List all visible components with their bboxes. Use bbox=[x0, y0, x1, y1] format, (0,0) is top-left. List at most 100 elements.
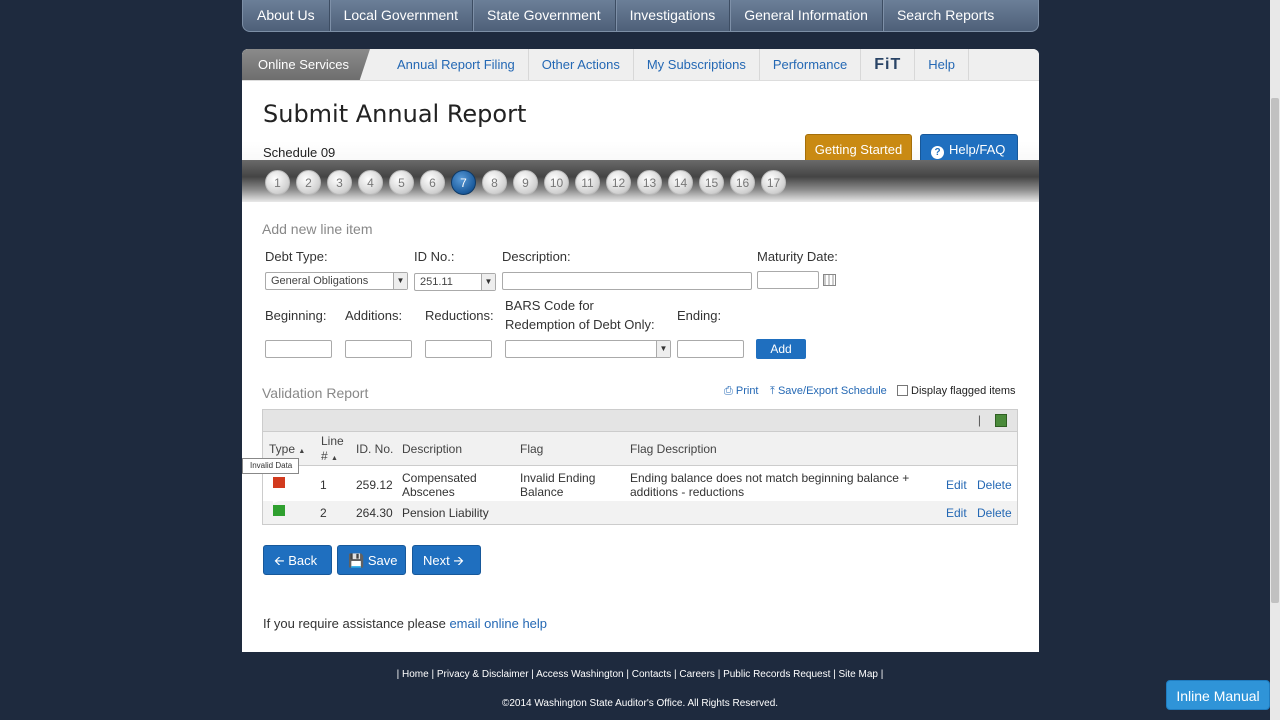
description-input[interactable] bbox=[502, 272, 752, 290]
col-line-1[interactable]: Line bbox=[321, 434, 344, 448]
save-export-link[interactable]: ⤒ Save/Export Schedule bbox=[770, 385, 887, 398]
bars-code-label-2: Redemption of Debt Only: bbox=[505, 317, 655, 332]
step-11[interactable]: 11 bbox=[575, 170, 600, 195]
display-flagged-label: Display flagged items bbox=[911, 385, 1016, 397]
red-flag-icon bbox=[273, 477, 285, 488]
id-no-select[interactable]: 251.11 ▼ bbox=[414, 273, 496, 291]
reductions-label: Reductions: bbox=[425, 308, 494, 323]
nav-general-information[interactable]: General Information bbox=[730, 0, 883, 31]
step-17[interactable]: 17 bbox=[761, 170, 786, 195]
display-flagged-checkbox[interactable] bbox=[897, 385, 908, 396]
col-flag-description[interactable]: Flag Description bbox=[630, 442, 717, 456]
col-line-2-label: # bbox=[321, 449, 328, 463]
col-flag[interactable]: Flag bbox=[520, 442, 543, 456]
step-14[interactable]: 14 bbox=[668, 170, 693, 195]
nav-search-reports[interactable]: Search Reports bbox=[883, 0, 1008, 31]
step-navigator: 1 2 3 4 5 6 7 8 9 10 11 12 13 14 15 16 17 bbox=[265, 170, 792, 195]
bars-code-select[interactable]: ▼ bbox=[505, 340, 671, 358]
step-2[interactable]: 2 bbox=[296, 170, 321, 195]
id-no-label: ID No.: bbox=[414, 249, 455, 264]
display-flagged-toggle[interactable]: Display flagged items bbox=[897, 385, 1016, 397]
sub-nav: Online Services Annual Report Filing Oth… bbox=[242, 49, 1039, 81]
step-16[interactable]: 16 bbox=[730, 170, 755, 195]
step-7[interactable]: 7 bbox=[451, 170, 476, 195]
table-header: Type ▲ Line # ▲ ID. No. Description Flag… bbox=[263, 432, 1017, 466]
step-10[interactable]: 10 bbox=[544, 170, 569, 195]
step-1[interactable]: 1 bbox=[265, 170, 290, 195]
table-toolbar: | bbox=[263, 410, 1017, 432]
row-id: 264.30 bbox=[356, 506, 393, 520]
step-13[interactable]: 13 bbox=[637, 170, 662, 195]
export-icon: ⤒ bbox=[770, 385, 775, 397]
nav-about-us[interactable]: About Us bbox=[243, 0, 330, 31]
col-description[interactable]: Description bbox=[402, 442, 462, 456]
maturity-date-input[interactable] bbox=[757, 271, 819, 289]
row-description-1: Pension Liability bbox=[402, 506, 489, 520]
back-button[interactable]: 🡨 Back bbox=[263, 545, 332, 575]
col-line-2: # ▲ bbox=[321, 449, 338, 463]
step-6[interactable]: 6 bbox=[420, 170, 445, 195]
tab-my-subscriptions[interactable]: My Subscriptions bbox=[634, 49, 760, 80]
nav-local-government[interactable]: Local Government bbox=[330, 0, 473, 31]
schedule-label: Schedule 09 bbox=[263, 145, 336, 160]
edit-link[interactable]: Edit bbox=[946, 478, 967, 492]
tab-online-services[interactable]: Online Services bbox=[242, 49, 370, 80]
calendar-icon[interactable] bbox=[823, 274, 836, 286]
validation-table: | Type ▲ Line # ▲ ID. No. Description Fl… bbox=[262, 409, 1018, 525]
bars-code-label-1: BARS Code for bbox=[505, 298, 594, 313]
beginning-input[interactable] bbox=[265, 340, 332, 358]
table-row[interactable]: 2 264.30 Pension Liability Edit Delete bbox=[263, 501, 1017, 524]
top-nav: About Us Local Government State Governme… bbox=[242, 0, 1039, 32]
additions-input[interactable] bbox=[345, 340, 412, 358]
tab-performance[interactable]: Performance bbox=[760, 49, 862, 80]
toolbar-divider: | bbox=[977, 413, 981, 427]
tab-other-actions[interactable]: Other Actions bbox=[529, 49, 634, 80]
add-button[interactable]: Add bbox=[756, 339, 806, 359]
step-9[interactable]: 9 bbox=[513, 170, 538, 195]
excel-export-icon[interactable] bbox=[995, 414, 1007, 427]
sort-up-icon: ▲ bbox=[331, 455, 338, 462]
scrollbar-thumb[interactable] bbox=[1271, 98, 1279, 603]
step-15[interactable]: 15 bbox=[699, 170, 724, 195]
row-flag-desc-2: additions - reductions bbox=[630, 485, 745, 499]
arrow-right-icon: 🡪 bbox=[453, 553, 464, 568]
col-type[interactable]: Type ▲ bbox=[269, 442, 305, 456]
delete-link[interactable]: Delete bbox=[977, 478, 1012, 492]
tab-fit-logo[interactable]: FiT bbox=[861, 49, 916, 80]
nav-state-government[interactable]: State Government bbox=[473, 0, 616, 31]
arrow-left-icon: 🡨 bbox=[274, 553, 285, 568]
ending-label: Ending: bbox=[677, 308, 722, 323]
ending-input[interactable] bbox=[677, 340, 744, 358]
step-8[interactable]: 8 bbox=[482, 170, 507, 195]
delete-link[interactable]: Delete bbox=[977, 506, 1012, 520]
back-label: Back bbox=[288, 553, 318, 568]
beginning-label: Beginning: bbox=[265, 308, 327, 323]
save-button[interactable]: 💾 Save bbox=[337, 545, 406, 575]
print-link[interactable]: ⎙ Print bbox=[724, 385, 759, 398]
printer-icon: ⎙ bbox=[724, 385, 733, 397]
debt-type-select[interactable]: General Obligations ▼ bbox=[265, 272, 408, 290]
floppy-disk-icon: 💾 bbox=[348, 553, 365, 568]
tab-help[interactable]: Help bbox=[915, 49, 969, 80]
add-line-item-heading: Add new line item bbox=[262, 221, 373, 237]
id-no-value: 251.11 bbox=[420, 276, 453, 288]
inline-manual-button[interactable]: Inline Manual bbox=[1166, 680, 1270, 710]
save-export-label: Save/Export Schedule bbox=[777, 385, 887, 397]
edit-link[interactable]: Edit bbox=[946, 506, 967, 520]
footer-links[interactable]: | Home | Privacy & Disclaimer | Access W… bbox=[0, 669, 1280, 680]
nav-investigations[interactable]: Investigations bbox=[616, 0, 731, 31]
email-online-help-link[interactable]: email online help bbox=[449, 616, 547, 631]
table-row[interactable]: 1 259.12 Compensated Abscenes Invalid En… bbox=[263, 467, 1017, 501]
reductions-input[interactable] bbox=[425, 340, 492, 358]
step-12[interactable]: 12 bbox=[606, 170, 631, 195]
step-5[interactable]: 5 bbox=[389, 170, 414, 195]
step-4[interactable]: 4 bbox=[358, 170, 383, 195]
tab-annual-report-filing[interactable]: Annual Report Filing bbox=[384, 49, 529, 80]
step-3[interactable]: 3 bbox=[327, 170, 352, 195]
col-id[interactable]: ID. No. bbox=[356, 442, 393, 456]
row-flag-desc-1: Ending balance does not match beginning … bbox=[630, 471, 910, 485]
next-button[interactable]: Next 🡪 bbox=[412, 545, 481, 575]
chevron-down-icon: ▼ bbox=[393, 273, 407, 289]
question-icon: ? bbox=[931, 146, 944, 159]
assistance-label: If you require assistance please bbox=[263, 616, 446, 631]
